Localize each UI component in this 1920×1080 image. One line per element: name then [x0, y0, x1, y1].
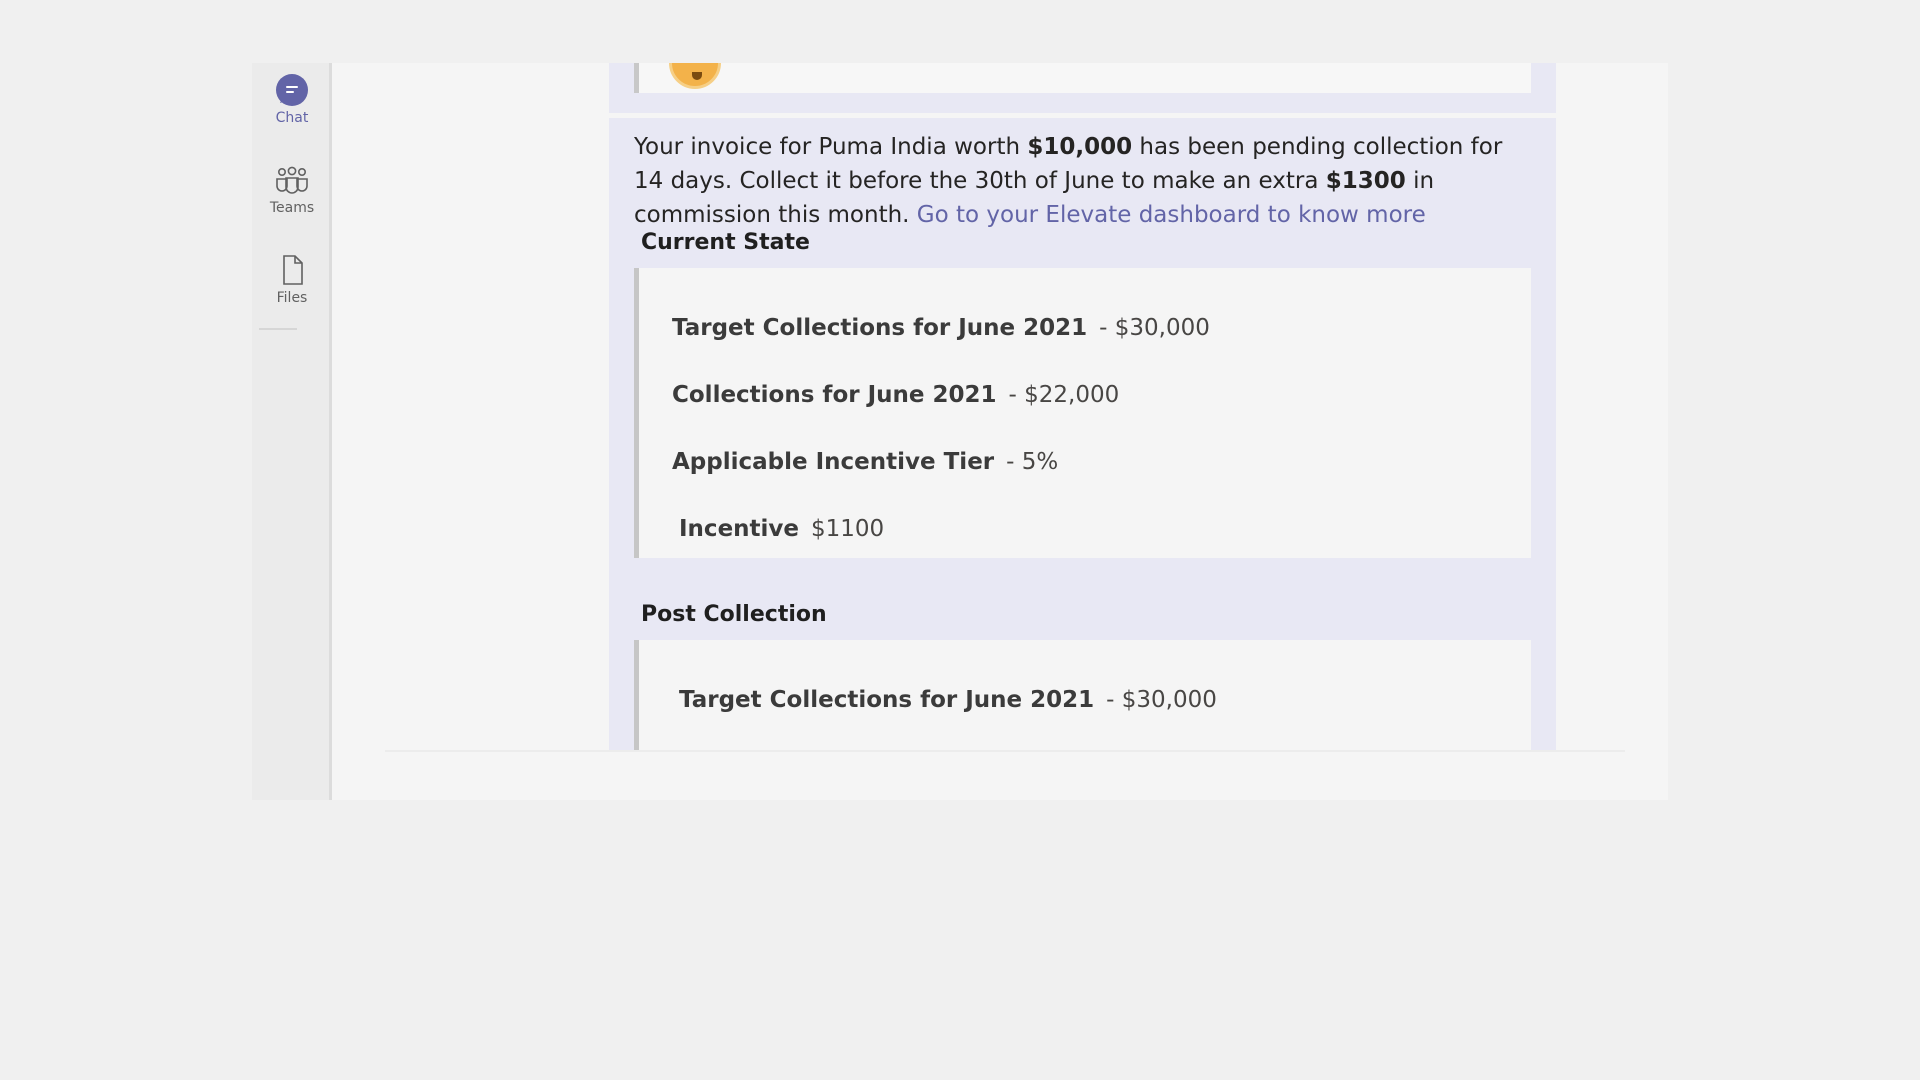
commission-amount: $1300 — [1325, 168, 1406, 194]
rail-item-teams[interactable]: Teams — [252, 163, 332, 216]
current-state-facts: Target Collections for June 2021 - $30,00… — [634, 268, 1531, 558]
rail-divider — [259, 328, 297, 330]
current-state-title: Current State — [641, 230, 810, 255]
chat-content: Your invoice for Puma India worth $10,00… — [335, 63, 1668, 800]
rail-item-label: Files — [276, 290, 308, 306]
message-text: Your invoice for Puma India worth $10,00… — [634, 130, 1534, 232]
message-list[interactable]: Your invoice for Puma India worth $10,00… — [335, 63, 1668, 751]
fact-value: - $30,000 — [1106, 687, 1217, 713]
fact-key: Target Collections for June 2021 — [679, 687, 1095, 713]
fact-value: $1100 — [811, 516, 885, 542]
post-collection-facts: Target Collections for June 2021 - $30,00… — [634, 640, 1531, 751]
fact-key: Target Collections for June 2021 — [672, 315, 1088, 341]
fact-value: - 5% — [1006, 449, 1059, 475]
fact-key: Collections for June 2021 — [672, 382, 997, 408]
notification-message-card: Your invoice for Puma India worth $10,00… — [609, 118, 1556, 751]
fact-row: Incentive $1100 — [679, 516, 884, 542]
previous-message-body — [634, 63, 1531, 93]
fact-row: Target Collections for June 2021 - $30,00… — [679, 687, 1217, 713]
fact-row: Collections for June 2021 - $22,000 — [672, 382, 1119, 408]
fact-value: - $30,000 — [1099, 315, 1210, 341]
rail-item-label: Teams — [269, 200, 315, 216]
fact-key: Applicable Incentive Tier — [672, 449, 995, 475]
fact-key: Incentive — [679, 516, 800, 542]
teams-window: Chat Teams Files Your invoice for Puma I… — [252, 63, 1668, 800]
invoice-amount: $10,000 — [1027, 134, 1133, 160]
fact-value: - $22,000 — [1008, 382, 1120, 408]
rail-item-label: Chat — [275, 110, 309, 126]
fact-row: Applicable Incentive Tier - 5% — [672, 449, 1058, 475]
post-collection-title: Post Collection — [641, 602, 827, 627]
teams-icon — [276, 166, 308, 194]
files-icon — [283, 255, 303, 285]
elevate-dashboard-link[interactable]: Go to your Elevate dashboard to know mor… — [917, 202, 1426, 228]
rail-item-files[interactable]: Files — [252, 253, 332, 306]
app-rail: Chat Teams Files — [252, 63, 332, 800]
previous-message-card — [609, 63, 1556, 113]
chat-icon — [276, 74, 308, 106]
rail-item-chat[interactable]: Chat — [252, 73, 332, 126]
bot-avatar — [669, 63, 721, 89]
compose-divider — [385, 750, 1625, 752]
fact-row: Target Collections for June 2021 - $30,00… — [672, 315, 1210, 341]
message-text-part: Your invoice for Puma India worth — [634, 134, 1028, 160]
